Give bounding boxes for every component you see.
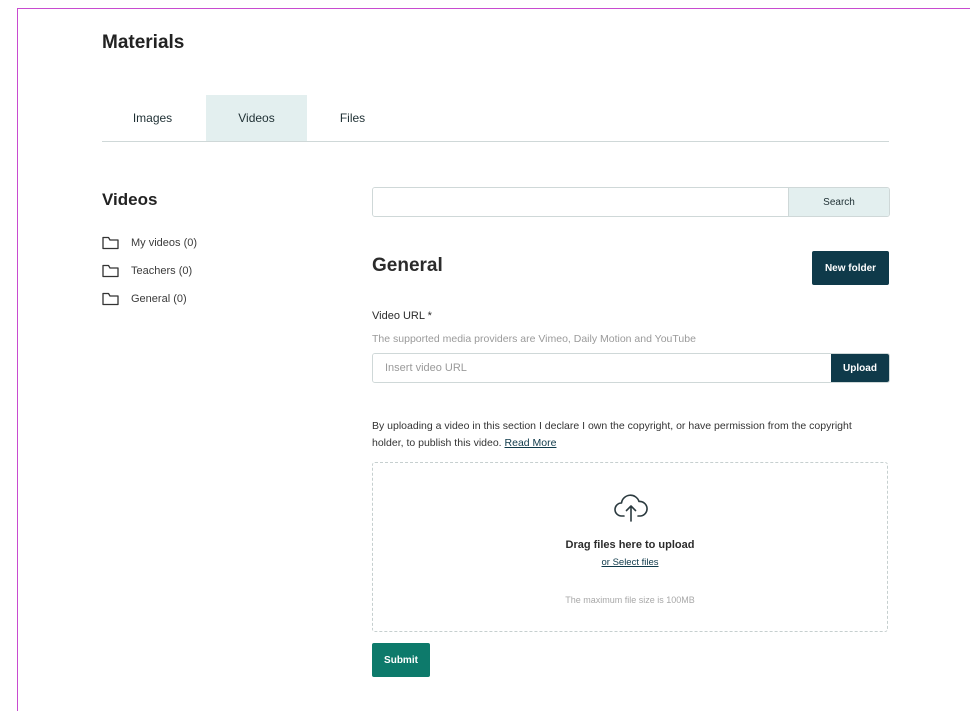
tab-videos[interactable]: Videos xyxy=(206,95,307,141)
new-folder-button[interactable]: New folder xyxy=(812,251,889,285)
video-url-group: Upload xyxy=(372,353,890,383)
folder-icon xyxy=(102,236,119,250)
read-more-link[interactable]: Read More xyxy=(505,437,557,449)
tab-files[interactable]: Files xyxy=(302,95,403,141)
search-bar: Search xyxy=(372,187,890,217)
submit-button[interactable]: Submit xyxy=(372,643,430,677)
dropzone-title: Drag files here to upload xyxy=(565,539,695,551)
sidebar-item-general[interactable]: General (0) xyxy=(102,292,187,306)
search-input[interactable] xyxy=(373,188,788,216)
copyright-disclaimer: By uploading a video in this section I d… xyxy=(372,418,862,452)
video-url-help: The supported media providers are Vimeo,… xyxy=(372,333,696,345)
folder-icon xyxy=(102,264,119,278)
page-title: Materials xyxy=(102,32,185,53)
frame-border-left xyxy=(17,8,18,711)
tab-bar: Images Videos Files xyxy=(102,95,889,142)
video-url-label: Video URL * xyxy=(372,310,432,322)
frame-border-top xyxy=(17,8,970,9)
sidebar-item-label: General (0) xyxy=(131,293,187,305)
sidebar-item-label: My videos (0) xyxy=(131,237,198,249)
disclaimer-text: By uploading a video in this section I d… xyxy=(372,420,852,449)
cloud-upload-icon xyxy=(614,494,648,522)
select-files-link[interactable]: or Select files xyxy=(601,557,658,568)
sidebar-title: Videos xyxy=(102,190,158,209)
sidebar-item-my-videos[interactable]: My videos (0) xyxy=(102,236,197,250)
tab-images[interactable]: Images xyxy=(102,95,203,141)
video-url-input[interactable] xyxy=(373,354,831,382)
sidebar-item-teachers[interactable]: Teachers (0) xyxy=(102,264,192,278)
folder-icon xyxy=(102,292,119,306)
upload-button[interactable]: Upload xyxy=(831,354,889,382)
file-dropzone[interactable]: Drag files here to upload or Select file… xyxy=(372,462,888,632)
sidebar-item-label: Teachers (0) xyxy=(131,265,193,277)
section-title: General xyxy=(372,255,443,276)
select-files-row: or Select files xyxy=(373,557,887,568)
search-button[interactable]: Search xyxy=(788,188,889,216)
max-file-size-note: The maximum file size is 100MB xyxy=(565,595,695,605)
